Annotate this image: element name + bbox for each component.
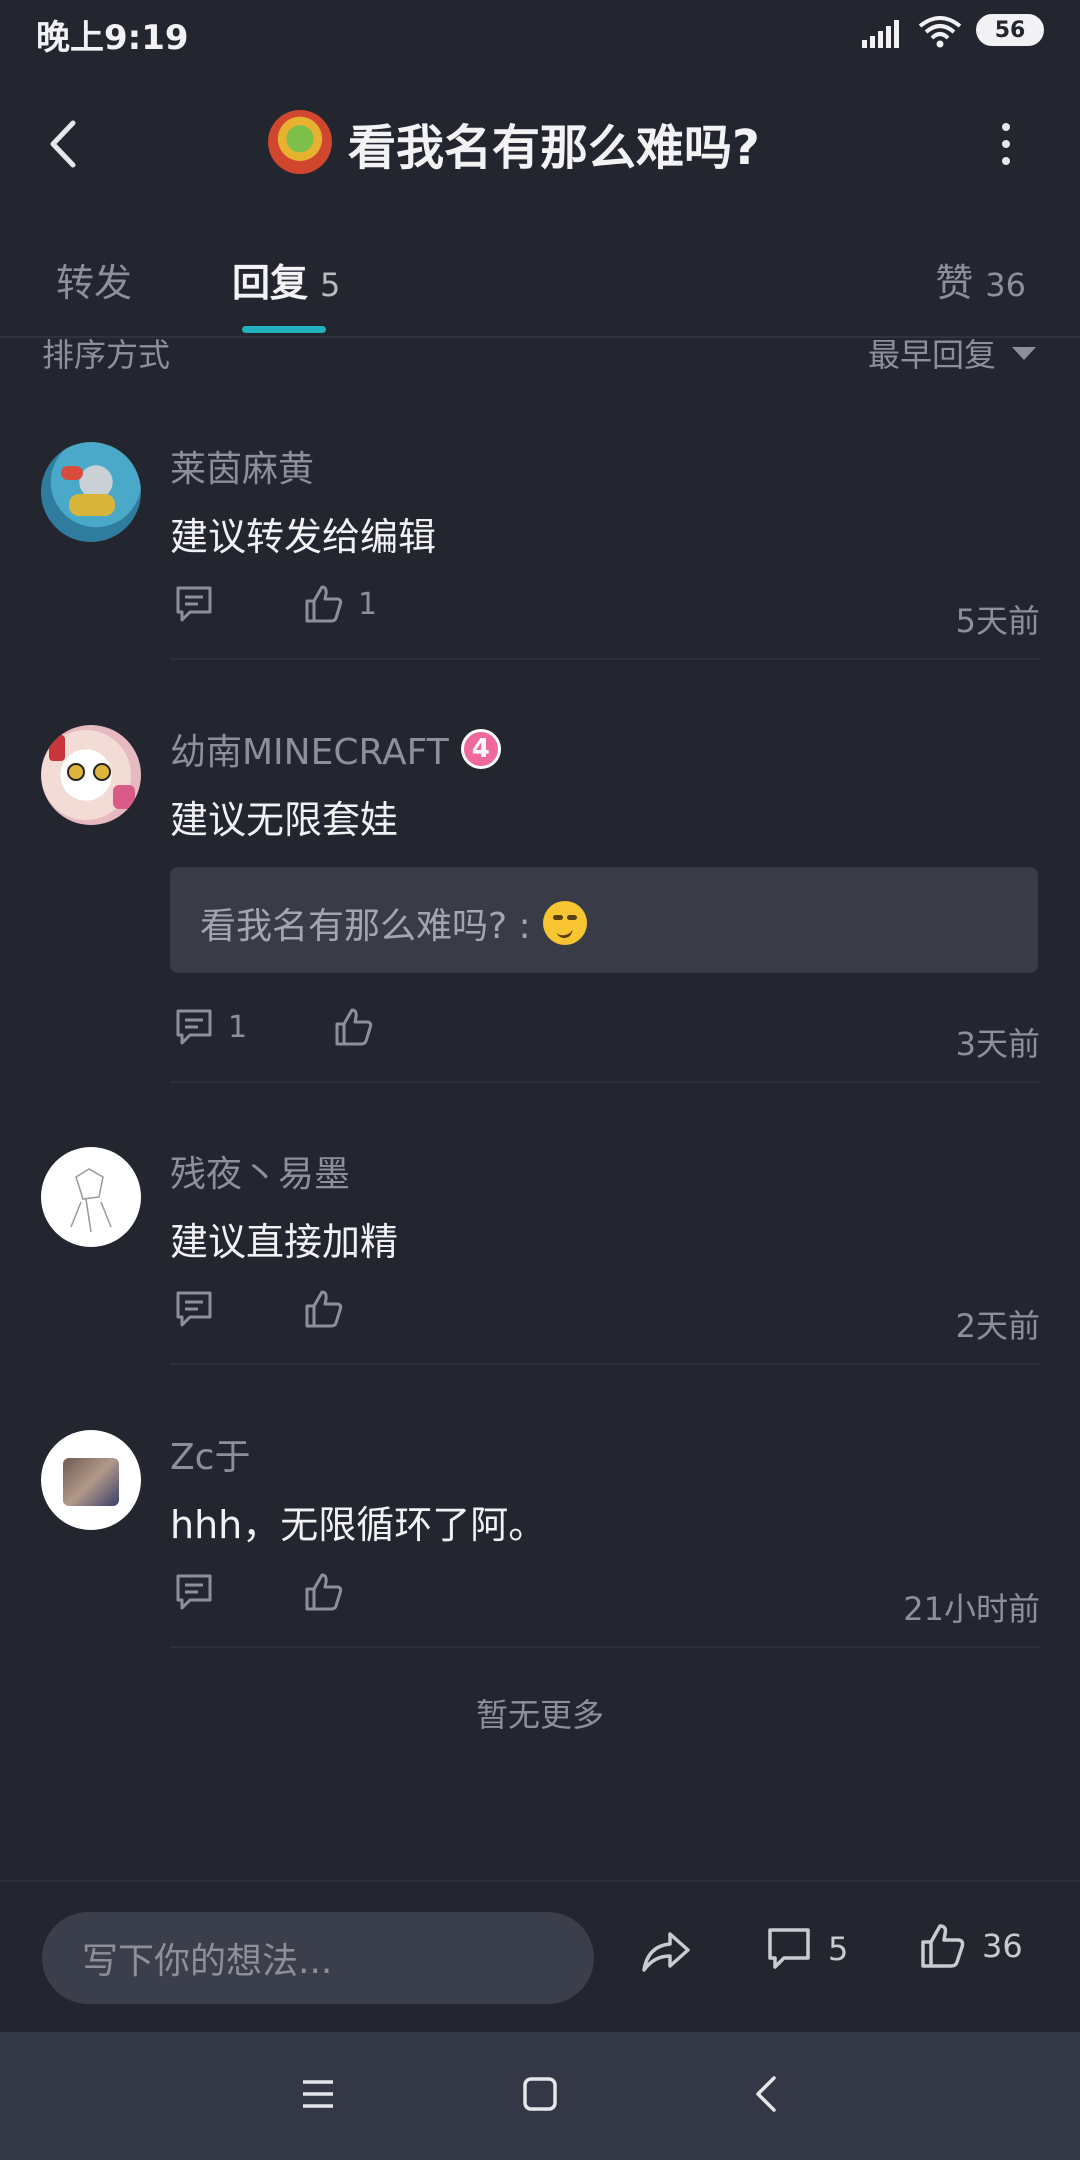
active-tab-indicator [242, 326, 326, 333]
divider [170, 658, 1040, 660]
sketch-avatar-image [70, 1168, 112, 1233]
like-button[interactable]: 36 [920, 1922, 1023, 1970]
reply-button[interactable]: 1 [174, 1007, 247, 1047]
comment-icon [176, 1009, 212, 1045]
tab-bar: 转发 回复 5 赞 36 [0, 240, 1080, 338]
comment-time: 21小时前 [903, 1590, 1040, 1628]
comment-count: 5 [828, 1930, 849, 1968]
comment-button[interactable]: 5 [766, 1926, 848, 1972]
comment-actions: 1 3天前 [170, 1007, 1040, 1067]
reply-button[interactable] [174, 1572, 228, 1612]
comment-time: 3天前 [955, 1025, 1040, 1063]
comment-author[interactable]: 幼南MINECRAFT 4 [170, 723, 501, 775]
no-more-text: 暂无更多 [475, 1696, 604, 1734]
like-button[interactable] [304, 1289, 358, 1329]
comment-actions: 21小时前 [170, 1572, 1040, 1632]
author-name: 莱茵麻黄 [170, 449, 315, 490]
thumbs-up-icon [335, 1008, 373, 1046]
tab-reply-count: 5 [320, 266, 341, 304]
signal-icon [862, 20, 899, 48]
menu-icon[interactable] [300, 2074, 336, 2114]
page-title: 看我名有那么难吗? [348, 120, 760, 176]
share-button[interactable] [640, 1928, 692, 1980]
bottom-action-bar: 写下你的想法... 5 36 [0, 1880, 1080, 2032]
thumbs-up-icon [305, 585, 343, 623]
back-button[interactable] [34, 112, 90, 176]
author-name: 残夜丶易墨 [170, 1154, 351, 1195]
dot-icon [1002, 140, 1010, 148]
avatar[interactable] [41, 1430, 141, 1530]
author-name: 幼南MINECRAFT [170, 732, 449, 773]
comment-input-placeholder: 写下你的想法... [82, 1941, 333, 1982]
comment-icon [176, 1291, 212, 1327]
avatar[interactable] [41, 725, 141, 825]
comment-text: 建议直接加精 [170, 1220, 399, 1264]
comment-actions: 1 5天前 [170, 584, 1040, 644]
comment-time: 2天前 [955, 1307, 1040, 1345]
more-options-button[interactable] [986, 120, 1026, 168]
reply-button[interactable] [174, 584, 228, 624]
tab-like[interactable]: 赞 36 [935, 252, 1026, 307]
system-navigation-bar [0, 2032, 1080, 2160]
comment-text: 建议转发给编辑 [170, 515, 437, 559]
comment-text: hhh，无限循环了阿。 [170, 1503, 547, 1547]
home-icon[interactable] [522, 2074, 558, 2114]
comment-icon [176, 1574, 212, 1610]
like-button[interactable] [304, 1572, 358, 1612]
comment-author[interactable]: Zc于 [170, 1428, 250, 1480]
quote-text: 看我名有那么难吗? : [200, 906, 531, 947]
comment-icon [768, 1928, 810, 1969]
like-count: 36 [982, 1927, 1023, 1965]
chevron-left-icon [50, 120, 76, 168]
quoted-reply[interactable]: 看我名有那么难吗? : [170, 867, 1038, 973]
sort-value: 最早回复 [867, 336, 996, 374]
comment-text: 建议无限套娃 [170, 798, 399, 842]
like-button[interactable] [334, 1007, 388, 1047]
status-bar: 晚上9:19 56 [0, 0, 1080, 70]
tab-like-label: 赞 [935, 261, 974, 305]
thumbs-up-icon [305, 1290, 343, 1328]
author-name: Zc于 [170, 1437, 251, 1478]
battery-indicator: 56 [976, 14, 1044, 46]
avatar[interactable] [41, 442, 141, 542]
comment-input[interactable]: 写下你的想法... [42, 1912, 594, 2004]
divider [170, 1646, 1040, 1648]
reply-button[interactable] [174, 1289, 228, 1329]
like-count: 1 [358, 586, 378, 622]
dot-icon [1002, 157, 1010, 165]
thumbs-up-icon [305, 1573, 343, 1611]
comment-icon [176, 586, 212, 622]
status-time: 晚上9:19 [36, 18, 189, 58]
back-icon[interactable] [752, 2074, 782, 2114]
thumbs-up-icon [921, 1924, 965, 1968]
caret-down-icon [1012, 346, 1036, 360]
reply-count: 1 [228, 1009, 248, 1045]
share-icon [642, 1932, 690, 1972]
sort-dropdown[interactable]: 最早回复 [868, 330, 1036, 376]
comment-time: 5天前 [955, 602, 1040, 640]
tab-reply[interactable]: 回复 5 [232, 252, 340, 307]
sort-label: 排序方式 [42, 336, 171, 374]
comment-author[interactable]: 残夜丶易墨 [170, 1145, 350, 1197]
smirk-emoji-icon [542, 901, 587, 945]
tab-forward-label: 转发 [56, 261, 133, 305]
tab-like-count: 36 [985, 266, 1026, 304]
wifi-icon [918, 16, 962, 48]
level-badge: 4 [460, 729, 501, 769]
tab-reply-label: 回复 [232, 261, 309, 305]
divider [170, 1363, 1040, 1365]
like-button[interactable]: 1 [304, 584, 377, 624]
comment-author[interactable]: 莱茵麻黄 [170, 440, 314, 492]
author-avatar[interactable] [268, 110, 332, 174]
tab-forward[interactable]: 转发 [56, 252, 132, 307]
avatar[interactable] [41, 1147, 141, 1247]
divider [170, 1081, 1040, 1083]
dot-icon [1002, 123, 1010, 131]
comment-actions: 2天前 [170, 1289, 1040, 1349]
